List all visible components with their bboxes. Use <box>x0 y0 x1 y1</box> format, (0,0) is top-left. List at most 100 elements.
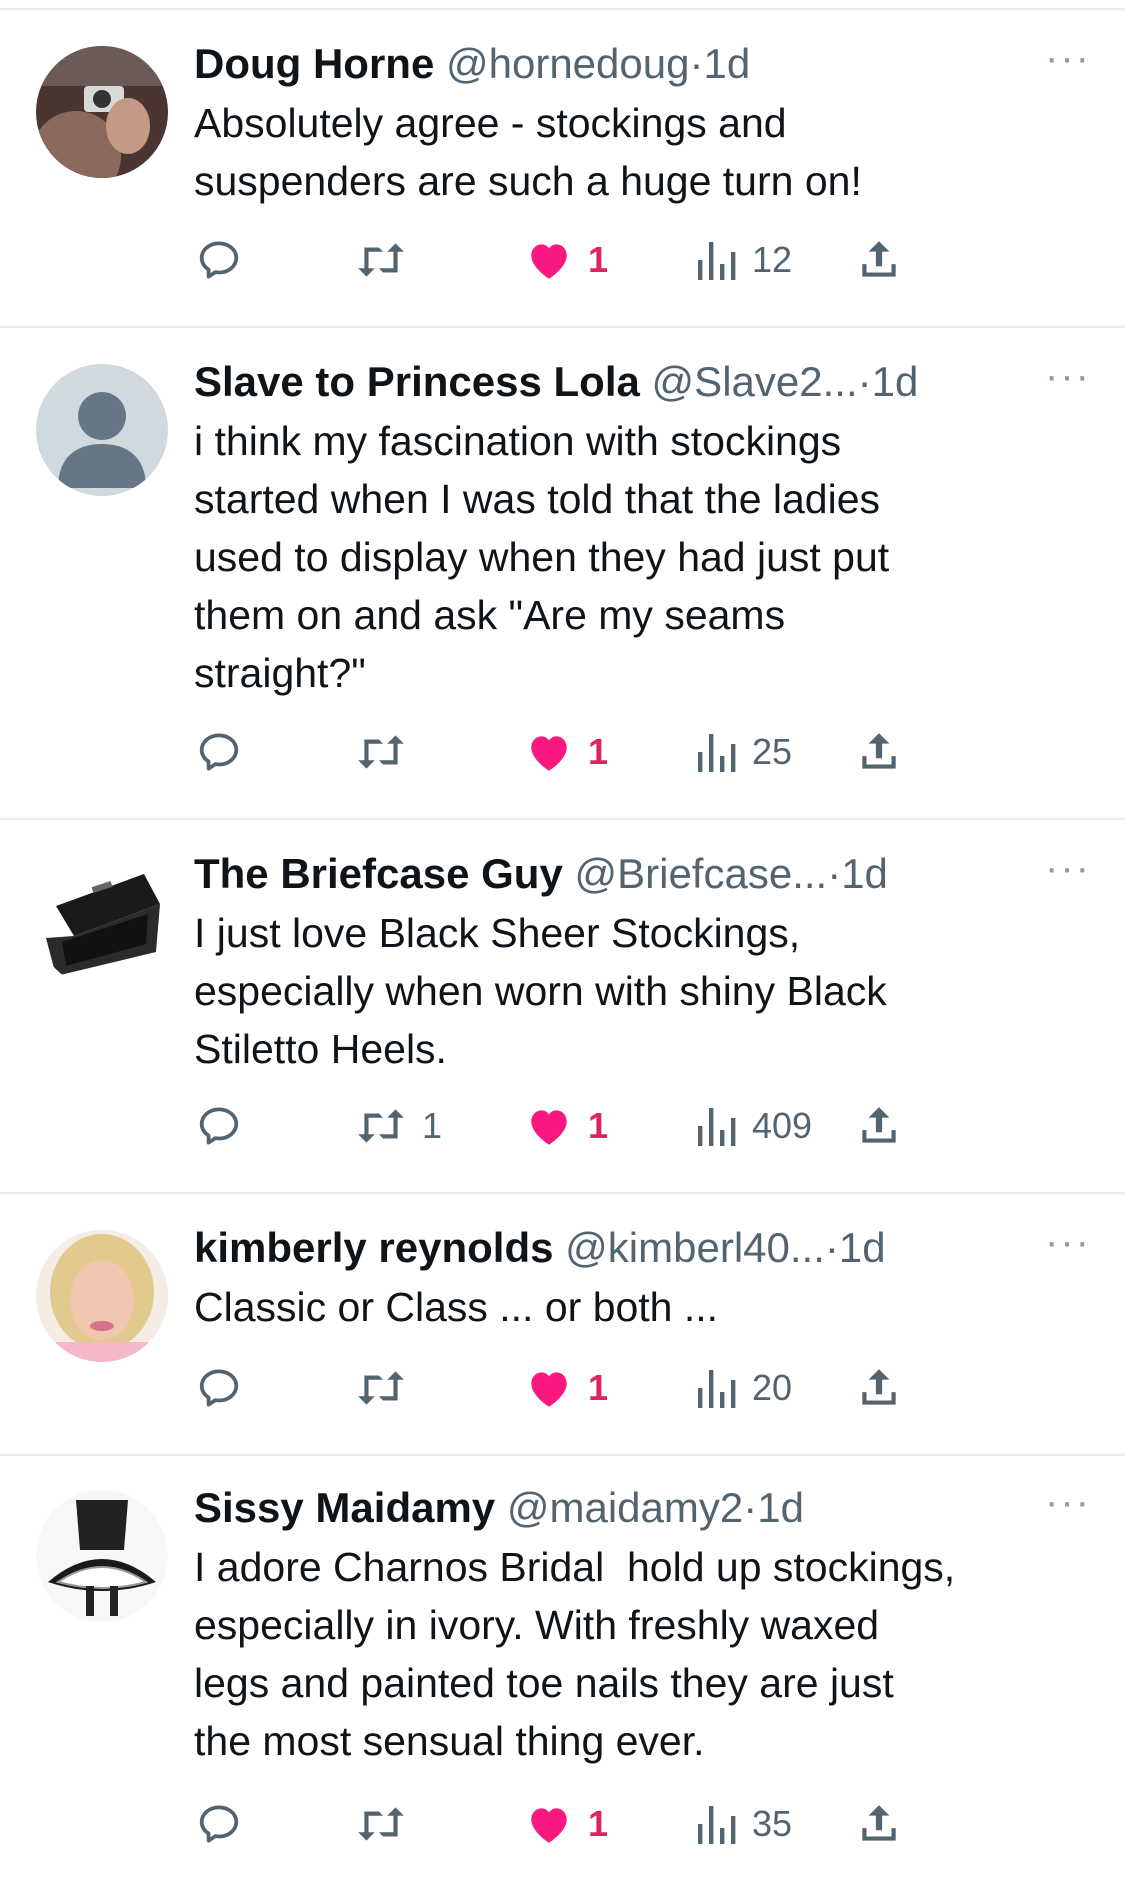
tweet-text: i think my fascination with stockings st… <box>194 418 890 696</box>
like-count: 1 <box>588 239 609 280</box>
views-chart-icon <box>694 727 738 777</box>
tweet-divider <box>0 818 1125 820</box>
tweet-text: Absolutely agree - stockings and suspend… <box>194 100 862 204</box>
views-button[interactable]: 12 <box>694 230 792 290</box>
top-divider <box>0 8 1125 10</box>
share-icon <box>854 1363 904 1413</box>
avatar[interactable] <box>36 364 168 496</box>
like-count: 1 <box>588 1803 609 1844</box>
retweet-icon <box>354 1101 408 1151</box>
user-handle[interactable]: @Slave2... <box>652 358 858 405</box>
display-name[interactable]: The Briefcase Guy <box>194 850 563 897</box>
heart-icon <box>524 1363 574 1413</box>
views-button[interactable]: 409 <box>694 1096 812 1156</box>
reply-button[interactable] <box>194 1096 258 1156</box>
user-handle[interactable]: @maidamy2 <box>507 1484 743 1531</box>
action-bar: 1 1 409 <box>194 1096 1094 1156</box>
heart-icon <box>524 727 574 777</box>
share-button[interactable] <box>854 1096 904 1156</box>
separator: · <box>827 850 842 897</box>
avatar-photo <box>36 46 168 178</box>
views-chart-icon <box>694 235 738 285</box>
views-count: 35 <box>752 1803 793 1844</box>
timestamp[interactable]: 1d <box>839 1224 886 1271</box>
display-name[interactable]: Sissy Maidamy <box>194 1484 495 1531</box>
share-button[interactable] <box>854 1794 904 1854</box>
retweet-button[interactable] <box>354 1358 422 1418</box>
views-count: 12 <box>752 239 793 280</box>
retweet-count: 1 <box>422 1105 443 1146</box>
timestamp[interactable]: 1d <box>757 1484 804 1531</box>
avatar[interactable] <box>36 1230 168 1362</box>
retweet-icon <box>354 1363 408 1413</box>
separator: · <box>824 1224 839 1271</box>
timestamp[interactable]: 1d <box>703 40 750 87</box>
tweet-header: Slave to Princess Lola @Slave2...·1d <box>194 354 1095 410</box>
blonde-person-photo <box>36 1230 168 1362</box>
heart-icon <box>524 1101 574 1151</box>
maid-outfit-photo <box>36 1490 168 1622</box>
action-bar: 1 35 <box>194 1794 1094 1854</box>
reply-button[interactable] <box>194 722 258 782</box>
reply-feed: Doug Horne @hornedoug·1d Absolutely agre… <box>0 0 1125 1883</box>
reply-button[interactable] <box>194 1358 258 1418</box>
retweet-icon <box>354 727 408 777</box>
like-button[interactable]: 1 <box>524 722 608 782</box>
more-options-icon[interactable]: ··· <box>1041 38 1095 96</box>
display-name[interactable]: Slave to Princess Lola <box>194 358 640 405</box>
share-button[interactable] <box>854 1358 904 1418</box>
tweet-divider <box>0 1192 1125 1194</box>
views-chart-icon <box>694 1101 738 1151</box>
user-handle[interactable]: @Briefcase... <box>574 850 827 897</box>
share-icon <box>854 1101 904 1151</box>
share-icon <box>854 1799 904 1849</box>
views-count: 20 <box>752 1367 793 1408</box>
more-options-icon[interactable]: ··· <box>1041 848 1095 906</box>
user-handle[interactable]: @kimberl40... <box>565 1224 825 1271</box>
default-profile-icon <box>36 364 168 496</box>
tweet-text: Classic or Class ... or both ... <box>194 1284 719 1330</box>
retweet-button[interactable] <box>354 1794 422 1854</box>
tweet-header: The Briefcase Guy @Briefcase...·1d <box>194 846 1095 902</box>
tweet-header: Doug Horne @hornedoug·1d <box>194 36 1095 92</box>
views-button[interactable]: 35 <box>694 1794 792 1854</box>
display-name[interactable]: Doug Horne <box>194 40 434 87</box>
retweet-icon <box>354 1799 408 1849</box>
timestamp[interactable]: 1d <box>841 850 888 897</box>
tweet-text: I adore Charnos Bridal hold up stockings… <box>194 1544 956 1764</box>
share-button[interactable] <box>854 230 904 290</box>
like-button[interactable]: 1 <box>524 230 608 290</box>
reply-button[interactable] <box>194 230 258 290</box>
retweet-button[interactable]: 1 <box>354 1096 442 1156</box>
views-button[interactable]: 25 <box>694 722 792 782</box>
more-options-icon[interactable]: ··· <box>1041 1222 1095 1280</box>
reply-button[interactable] <box>194 1794 258 1854</box>
reply-icon <box>194 727 244 777</box>
avatar[interactable] <box>36 856 168 988</box>
retweet-button[interactable] <box>354 722 422 782</box>
like-count: 1 <box>588 1105 609 1146</box>
timestamp[interactable]: 1d <box>872 358 919 405</box>
more-options-icon[interactable]: ··· <box>1041 356 1095 414</box>
action-bar: 1 20 <box>194 1358 1094 1418</box>
heart-icon <box>524 235 574 285</box>
avatar[interactable] <box>36 46 168 178</box>
views-button[interactable]: 20 <box>694 1358 792 1418</box>
reply-icon <box>194 235 244 285</box>
share-icon <box>854 727 904 777</box>
action-bar: 1 25 <box>194 722 1094 782</box>
retweet-button[interactable] <box>354 230 422 290</box>
retweet-icon <box>354 235 408 285</box>
like-button[interactable]: 1 <box>524 1096 608 1156</box>
reply-icon <box>194 1799 244 1849</box>
views-chart-icon <box>694 1363 738 1413</box>
share-button[interactable] <box>854 722 904 782</box>
like-button[interactable]: 1 <box>524 1358 608 1418</box>
separator: · <box>689 40 704 87</box>
views-count: 25 <box>752 731 793 772</box>
display-name[interactable]: kimberly reynolds <box>194 1224 553 1271</box>
avatar[interactable] <box>36 1490 168 1622</box>
more-options-icon[interactable]: ··· <box>1041 1482 1095 1540</box>
like-button[interactable]: 1 <box>524 1794 608 1854</box>
user-handle[interactable]: @hornedoug <box>446 40 690 87</box>
